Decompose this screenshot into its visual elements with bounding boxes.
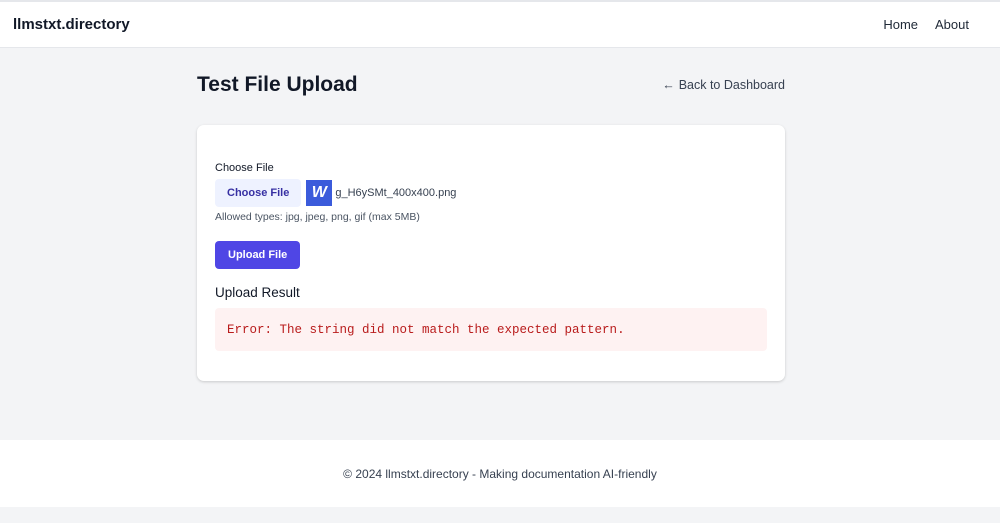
choose-file-button[interactable]: Choose File — [215, 179, 302, 207]
nav-about-link[interactable]: About — [935, 17, 969, 32]
back-link-label: Back to Dashboard — [678, 78, 785, 92]
file-thumbnail-icon: W — [306, 180, 333, 206]
arrow-left-icon: ← — [662, 78, 675, 92]
brand-logo-link[interactable]: llmstxt.directory — [13, 16, 130, 33]
main-content: Test File Upload ← Back to Dashboard Cho… — [0, 48, 1000, 440]
file-input[interactable]: Choose File W g_H6ySMt_400x400.png — [215, 179, 767, 207]
selected-file-name: g_H6ySMt_400x400.png — [335, 187, 457, 199]
site-header: llmstxt.directory Home About — [0, 2, 1000, 48]
site-footer: © 2024 llmstxt.directory - Making docume… — [0, 440, 1000, 507]
error-message: Error: The string did not match the expe… — [227, 322, 625, 337]
upload-result-heading: Upload Result — [215, 285, 300, 300]
back-to-dashboard-link[interactable]: ← Back to Dashboard — [662, 78, 785, 92]
file-field-label: Choose File — [215, 162, 274, 174]
main-nav: Home About — [883, 17, 969, 32]
upload-card: Choose File Choose File W g_H6ySMt_400x4… — [197, 125, 785, 381]
page-title: Test File Upload — [197, 73, 358, 96]
title-row: Test File Upload ← Back to Dashboard — [197, 73, 785, 97]
upload-file-button[interactable]: Upload File — [215, 241, 301, 269]
nav-home-link[interactable]: Home — [883, 17, 918, 32]
error-message-box: Error: The string did not match the expe… — [215, 308, 767, 351]
allowed-types-hint: Allowed types: jpg, jpeg, png, gif (max … — [215, 211, 420, 223]
footer-text: © 2024 llmstxt.directory - Making docume… — [343, 466, 657, 481]
